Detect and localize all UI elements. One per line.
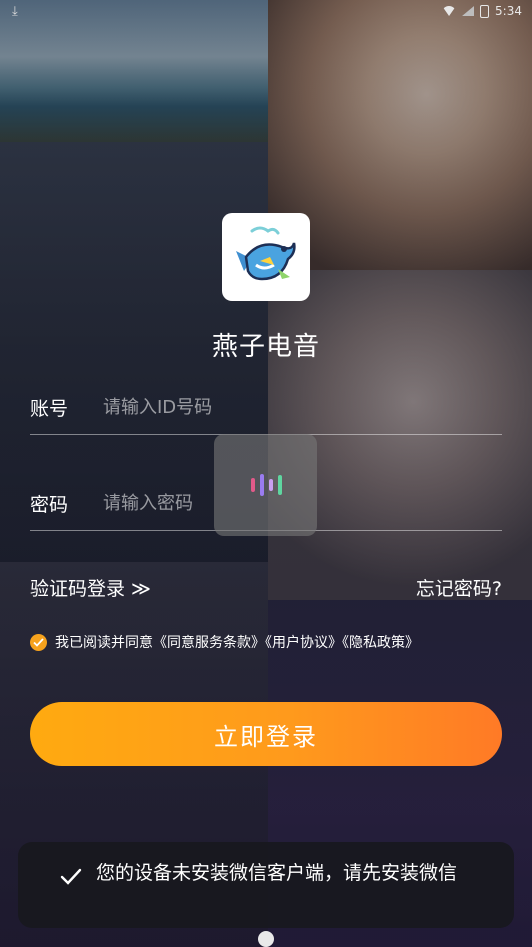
- toast-text: 您的设备未安装微信客户端，请先安装微信: [96, 862, 458, 884]
- status-bar: ⤓ 5:34: [0, 0, 532, 26]
- login-button[interactable]: 立即登录: [30, 702, 502, 766]
- account-row: 账号: [30, 378, 502, 435]
- account-input[interactable]: [101, 388, 485, 426]
- battery-icon: [480, 4, 490, 18]
- wifi-icon: [442, 6, 457, 16]
- status-time: 5:34: [495, 4, 522, 18]
- sms-code-login-link[interactable]: 验证码登录 ≫: [30, 574, 151, 601]
- signal-icon: [462, 6, 475, 16]
- check-icon: [60, 868, 82, 885]
- download-icon: ⤓: [12, 4, 18, 19]
- forgot-password-link[interactable]: 忘记密码?: [416, 574, 502, 601]
- account-label: 账号: [30, 398, 69, 420]
- login-links: 验证码登录 ≫ 忘记密码?: [30, 574, 502, 602]
- bottom-indicator-icon: [258, 931, 274, 947]
- swallow-bird-logo-icon: [236, 226, 296, 281]
- loading-bars-icon: [251, 474, 282, 496]
- app-logo: [222, 213, 310, 301]
- app-name: 燕子电音: [211, 332, 320, 362]
- toast-message: 您的设备未安装微信客户端，请先安装微信: [18, 842, 514, 928]
- agreement-text[interactable]: 我已阅读并同意《同意服务条款》《用户协议》《隐私政策》: [55, 632, 419, 652]
- loading-indicator: [214, 434, 317, 536]
- password-label: 密码: [30, 494, 69, 516]
- check-icon: [33, 637, 44, 647]
- agreement-row: 我已阅读并同意《同意服务条款》《用户协议》《隐私政策》: [30, 632, 419, 652]
- agreement-checkbox[interactable]: [30, 633, 47, 651]
